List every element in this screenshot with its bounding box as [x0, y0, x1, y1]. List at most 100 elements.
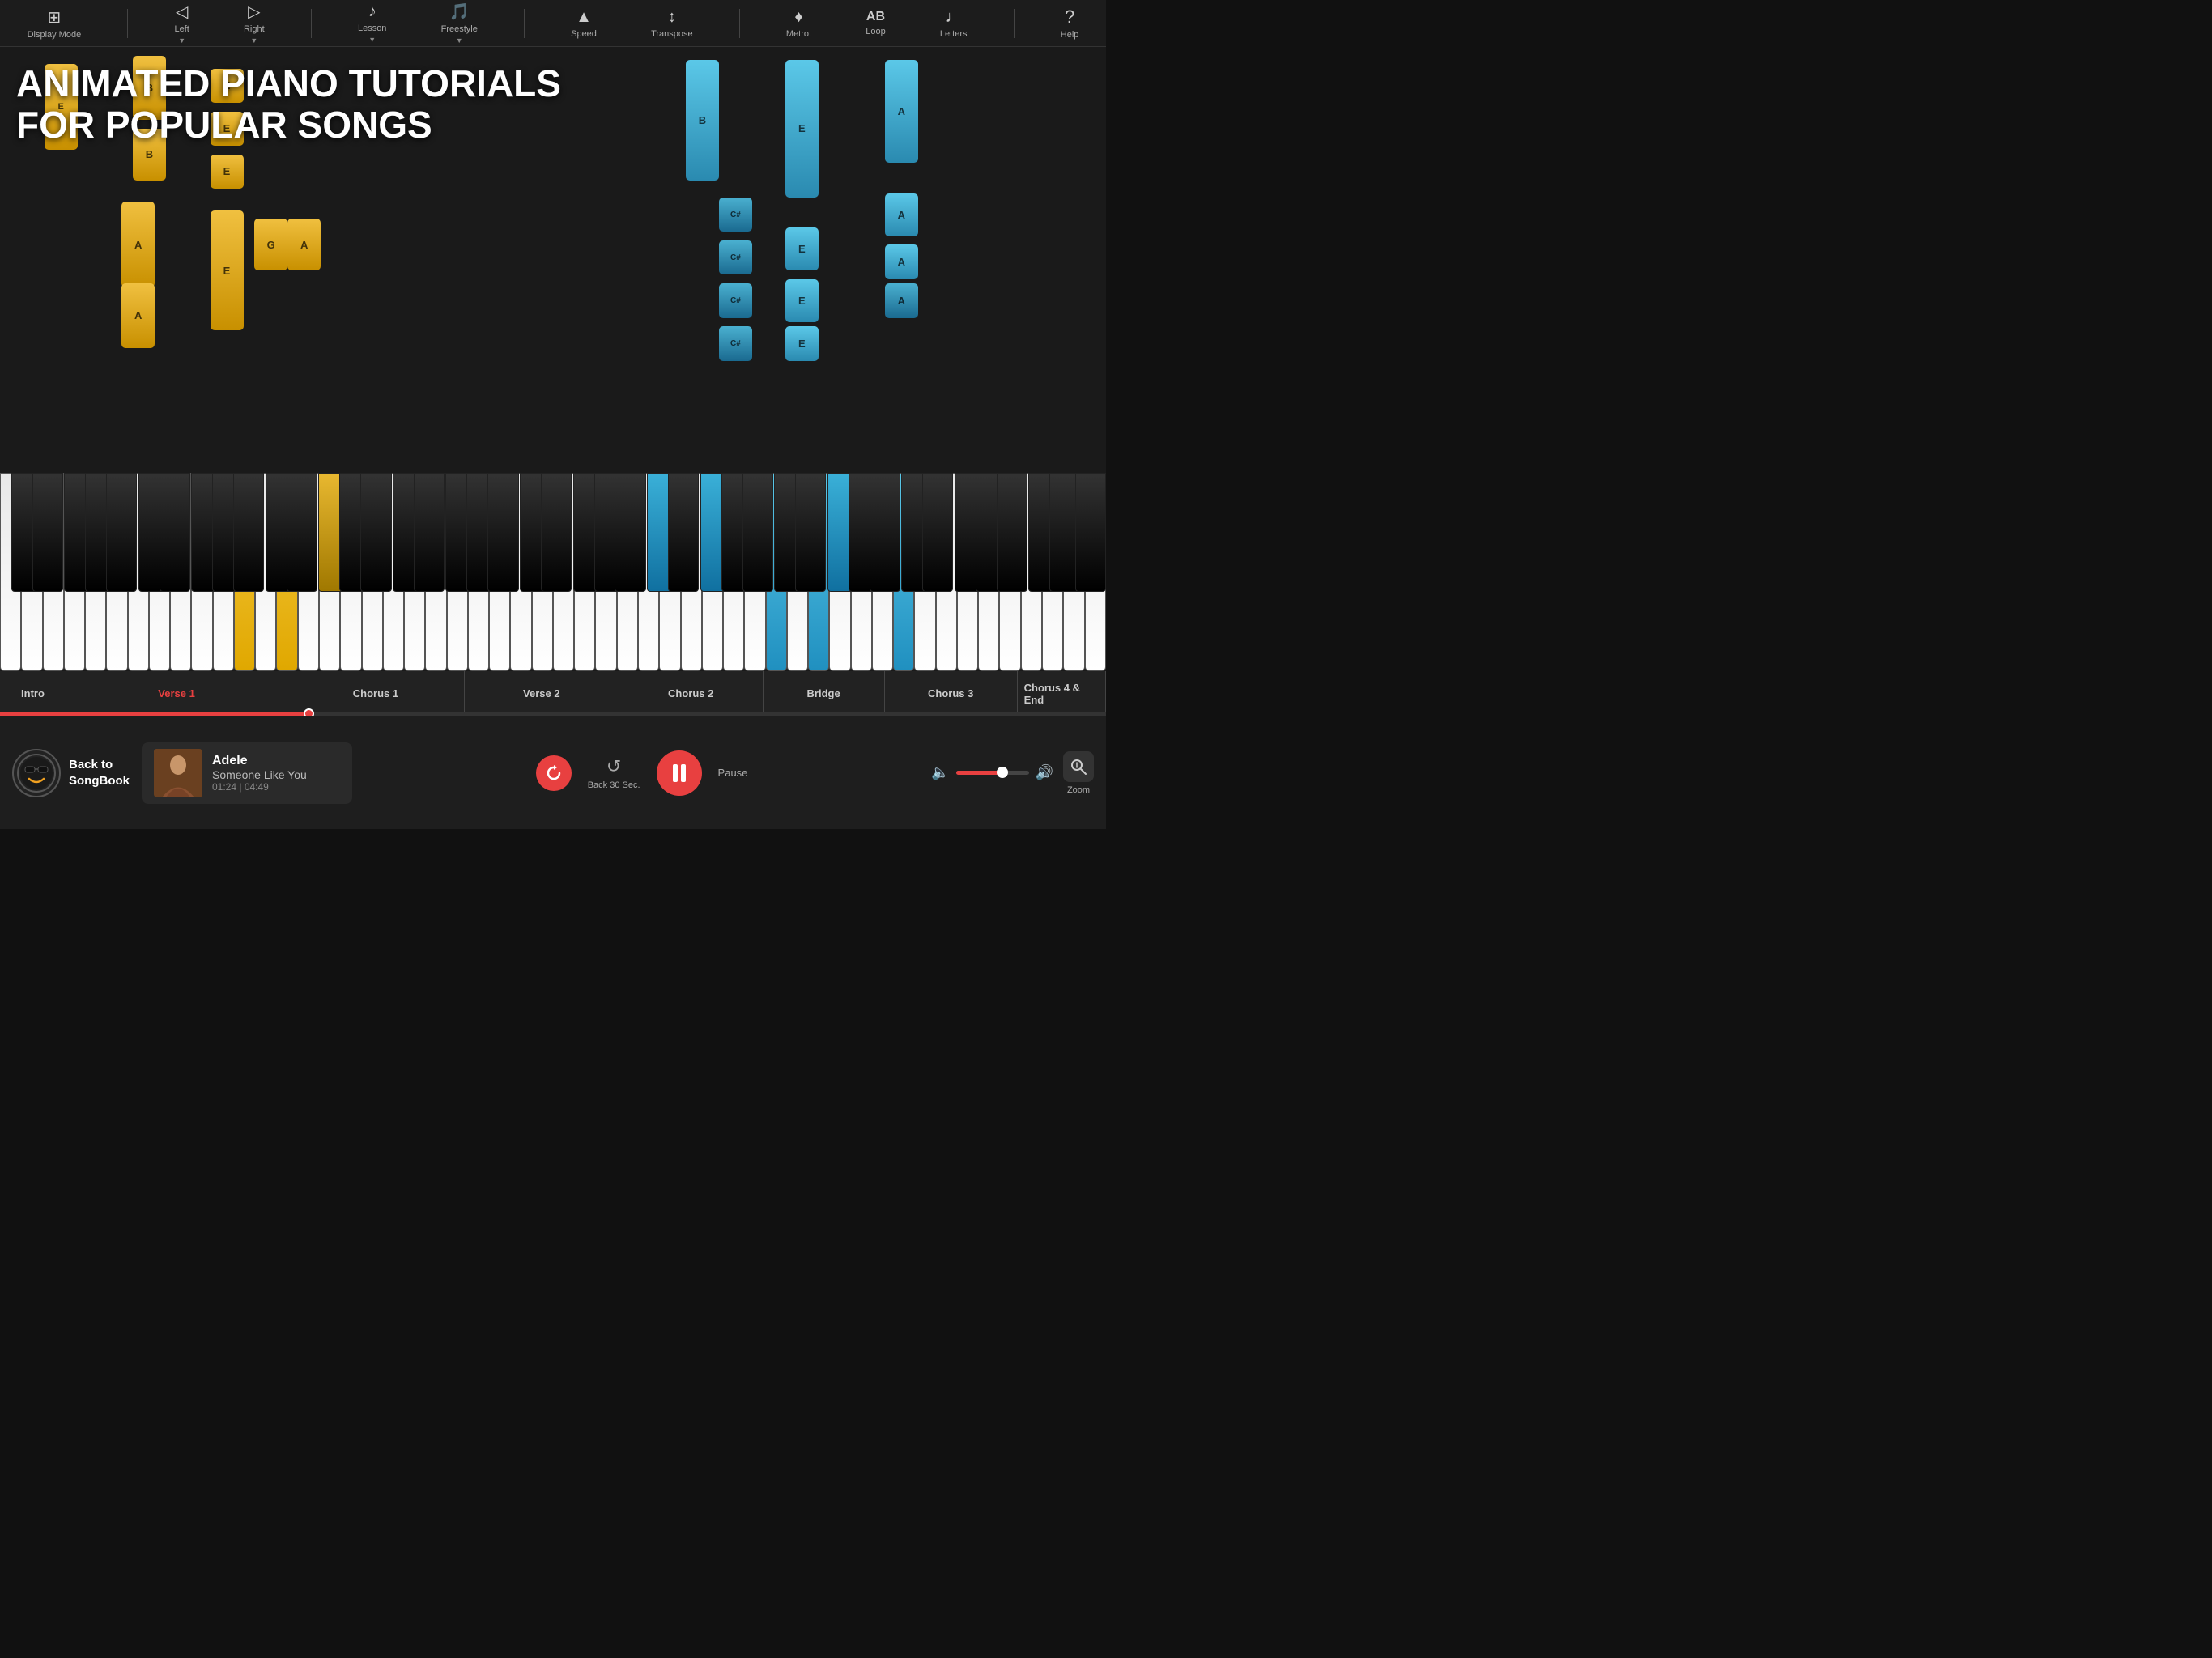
segment-label: Intro [21, 687, 45, 699]
volume-low-icon: 🔈 [931, 764, 949, 781]
white-key[interactable] [319, 473, 340, 671]
progress-segment-bridge[interactable]: Bridge [764, 671, 885, 716]
white-key[interactable] [468, 473, 489, 671]
right-hand-button[interactable]: ▷ Right ▼ [236, 0, 273, 48]
progress-segment-intro[interactable]: Intro [0, 671, 66, 716]
note-block: C# [719, 283, 752, 317]
white-key[interactable] [702, 473, 723, 671]
pause-button[interactable] [657, 750, 702, 796]
white-key[interactable] [1021, 473, 1042, 671]
progress-segment-verse2[interactable]: Verse 2 [465, 671, 619, 716]
note-block: E [211, 112, 244, 146]
white-key[interactable] [64, 473, 85, 671]
white-key[interactable] [0, 473, 21, 671]
white-key[interactable] [489, 473, 510, 671]
white-key-active-yellow[interactable] [234, 473, 255, 671]
white-key[interactable] [340, 473, 361, 671]
white-key[interactable] [744, 473, 765, 671]
white-key[interactable] [723, 473, 744, 671]
progress-segment-chorus4end[interactable]: Chorus 4 & End [1018, 671, 1106, 716]
display-mode-button[interactable]: ⊞ Display Mode [19, 4, 90, 43]
white-key[interactable] [191, 473, 212, 671]
back-to-songbook-label: Back toSongBook [69, 757, 130, 789]
transpose-button[interactable]: ↕ Transpose [643, 5, 701, 42]
left-dropdown-icon: ▼ [178, 36, 185, 45]
notes-area: E B B E E E A E G A A B E A C# C# C# C# … [0, 47, 1106, 477]
letters-button[interactable]: ♩ Letters [932, 5, 976, 42]
progress-segment-verse1[interactable]: Verse 1 [66, 671, 287, 716]
white-key[interactable] [447, 473, 468, 671]
speed-icon: ▲ [576, 8, 592, 27]
white-key[interactable] [149, 473, 170, 671]
segment-label: Bridge [807, 687, 840, 699]
white-key[interactable] [681, 473, 702, 671]
white-key[interactable] [638, 473, 659, 671]
white-key-active-blue[interactable] [766, 473, 787, 671]
pause-icon [673, 764, 686, 782]
segment-label: Verse 1 [158, 687, 195, 699]
white-key[interactable] [659, 473, 680, 671]
white-key[interactable] [1063, 473, 1084, 671]
white-key[interactable] [85, 473, 106, 671]
song-thumbnail [154, 749, 202, 797]
back-30-button[interactable]: ↺ Back 30 Sec. [588, 756, 640, 790]
white-key-active-blue[interactable] [893, 473, 914, 671]
white-key-active-yellow[interactable] [276, 473, 297, 671]
white-key[interactable] [43, 473, 64, 671]
progress-segment-chorus3[interactable]: Chorus 3 [885, 671, 1018, 716]
white-key[interactable] [1042, 473, 1063, 671]
volume-slider[interactable] [956, 771, 1029, 775]
white-key[interactable] [255, 473, 276, 671]
white-keys [0, 473, 1106, 671]
white-key[interactable] [170, 473, 191, 671]
white-key[interactable] [213, 473, 234, 671]
white-key[interactable] [574, 473, 595, 671]
white-key[interactable] [298, 473, 319, 671]
white-key[interactable] [553, 473, 574, 671]
white-key[interactable] [617, 473, 638, 671]
center-controls: ↺ Back 30 Sec. Pause [364, 750, 919, 796]
segment-label: Chorus 4 & End [1024, 682, 1099, 706]
freestyle-button[interactable]: 🎵 Freestyle ▼ [433, 0, 486, 48]
metro-button[interactable]: ♦ Metro. [778, 5, 819, 42]
white-key[interactable] [851, 473, 872, 671]
left-hand-button[interactable]: ◁ Left ▼ [166, 0, 197, 48]
help-label: Help [1061, 30, 1079, 40]
back-to-songbook-button[interactable]: Back toSongBook [12, 749, 130, 797]
white-key[interactable] [978, 473, 999, 671]
freestyle-dropdown-icon: ▼ [456, 36, 463, 45]
white-key[interactable] [106, 473, 127, 671]
freestyle-icon: 🎵 [449, 2, 470, 22]
loop-button[interactable]: AB Loop [857, 6, 893, 40]
progress-segment-chorus1[interactable]: Chorus 1 [287, 671, 465, 716]
white-key[interactable] [787, 473, 808, 671]
progress-segment-chorus2[interactable]: Chorus 2 [619, 671, 764, 716]
help-button[interactable]: ? Help [1053, 3, 1087, 43]
lesson-button[interactable]: ♪ Lesson ▼ [350, 0, 394, 47]
white-key[interactable] [362, 473, 383, 671]
white-key[interactable] [510, 473, 531, 671]
white-key[interactable] [957, 473, 978, 671]
white-key[interactable] [1085, 473, 1106, 671]
note-block: E [785, 279, 819, 322]
white-key[interactable] [872, 473, 893, 671]
lesson-dropdown-icon: ▼ [368, 36, 376, 44]
white-key[interactable] [829, 473, 850, 671]
white-key[interactable] [532, 473, 553, 671]
white-key[interactable] [404, 473, 425, 671]
white-key[interactable] [914, 473, 935, 671]
white-key-active-blue[interactable] [808, 473, 829, 671]
white-key[interactable] [128, 473, 149, 671]
zoom-button[interactable]: Zoom [1063, 751, 1094, 795]
white-key[interactable] [595, 473, 616, 671]
reset-button[interactable] [536, 755, 572, 791]
note-block: E [785, 60, 819, 198]
white-key[interactable] [21, 473, 42, 671]
white-key[interactable] [383, 473, 404, 671]
pause-bar-right [681, 764, 686, 782]
white-key[interactable] [425, 473, 446, 671]
white-key[interactable] [936, 473, 957, 671]
album-art-icon [154, 749, 202, 797]
speed-button[interactable]: ▲ Speed [563, 5, 605, 42]
white-key[interactable] [999, 473, 1020, 671]
